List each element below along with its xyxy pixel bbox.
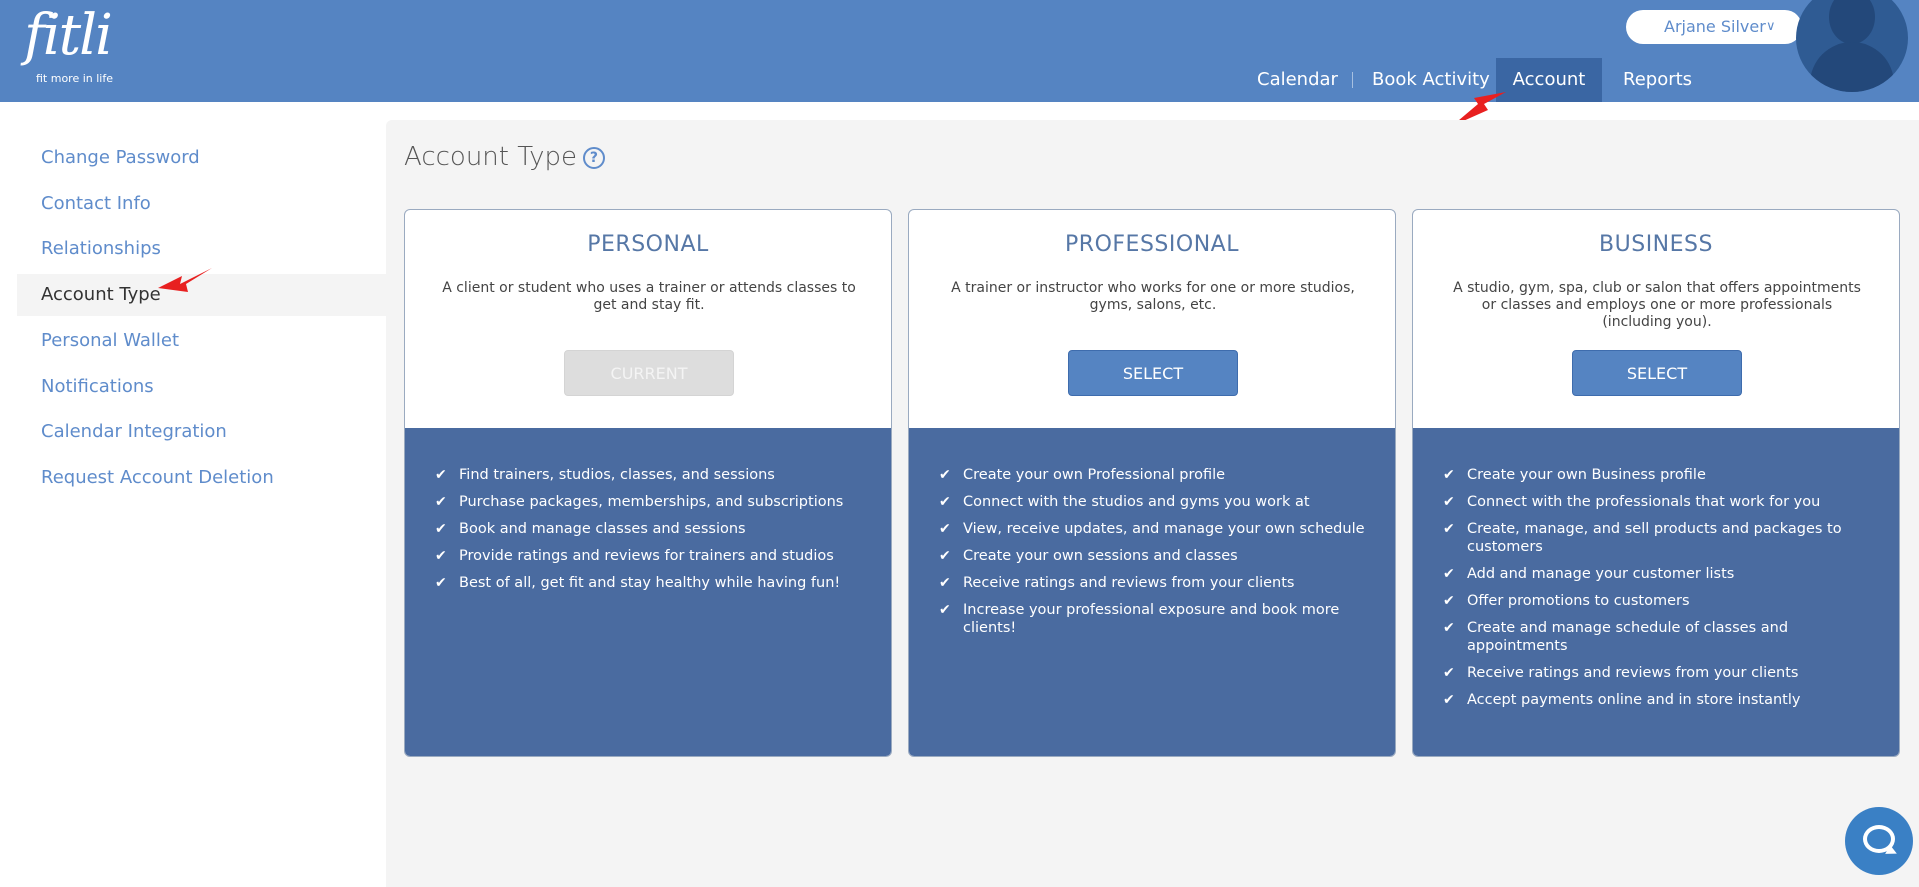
current-button[interactable]: CURRENT bbox=[564, 350, 734, 396]
user-menu[interactable]: Arjane Silver ∨ bbox=[1626, 10, 1802, 44]
feature-item: ✔ Find trainers, studios, classes, and se… bbox=[435, 467, 775, 483]
feature-item: ✔ Offer promotions to customers bbox=[1443, 593, 1690, 609]
feature-item: ✔ Connect with the studios and gyms you w… bbox=[939, 494, 1310, 510]
feature-item: ✔ Create and manage schedule of classes a… bbox=[1443, 620, 1789, 654]
sidebar-item-personal-wallet[interactable]: Personal Wallet bbox=[17, 320, 386, 362]
main-content: Account Type? PERSONAL A client or stude… bbox=[386, 120, 1919, 887]
feature-item: ✔ Receive ratings and reviews from your c… bbox=[939, 575, 1295, 591]
top-header: fitli fit more in life Calendar Book Act… bbox=[0, 0, 1919, 102]
nav-separator bbox=[1352, 72, 1353, 88]
feature-item: ✔ Create, manage, and sell products and p… bbox=[1443, 521, 1842, 555]
card-title: BUSINESS bbox=[1599, 232, 1713, 257]
check-icon: ✔ bbox=[1443, 665, 1455, 681]
check-icon: ✔ bbox=[1443, 620, 1455, 636]
check-icon: ✔ bbox=[435, 548, 447, 564]
card-description: A client or student who uses a trainer o… bbox=[442, 280, 856, 313]
card-description: A trainer or instructor who works for on… bbox=[951, 280, 1355, 313]
feature-list: ✔ Create your own Professional profile ✔ C… bbox=[909, 428, 1395, 756]
feature-item: ✔ Book and manage classes and sessions bbox=[435, 521, 746, 537]
select-professional-button[interactable]: SELECT bbox=[1068, 350, 1238, 396]
card-title: PROFESSIONAL bbox=[1065, 232, 1239, 257]
main-nav: Calendar Book Activity Account Reports bbox=[0, 58, 1919, 102]
account-card-personal: PERSONAL A client or student who uses a … bbox=[404, 209, 892, 757]
page-title: Account Type? bbox=[404, 142, 605, 172]
check-icon: ✔ bbox=[1443, 521, 1455, 537]
check-icon: ✔ bbox=[939, 602, 951, 618]
check-icon: ✔ bbox=[939, 575, 951, 591]
feature-item: ✔ Accept payments online and in store ins… bbox=[1443, 692, 1801, 708]
user-name: Arjane Silver bbox=[1664, 17, 1766, 36]
sidebar-item-notifications[interactable]: Notifications bbox=[17, 366, 386, 408]
check-icon: ✔ bbox=[939, 548, 951, 564]
feature-item: ✔ Provide ratings and reviews for trainer… bbox=[435, 548, 834, 564]
check-icon: ✔ bbox=[435, 521, 447, 537]
avatar-head-shape bbox=[1829, 0, 1875, 44]
feature-list: ✔ Create your own Business profile ✔ Conne… bbox=[1413, 428, 1899, 756]
feature-item: ✔ View, receive updates, and manage your … bbox=[939, 521, 1365, 537]
check-icon: ✔ bbox=[939, 494, 951, 510]
feature-item: ✔ Increase your professional exposure and… bbox=[939, 602, 1340, 636]
nav-account[interactable]: Account bbox=[1496, 58, 1602, 102]
avatar[interactable] bbox=[1796, 0, 1908, 92]
feature-item: ✔ Create your own Professional profile bbox=[939, 467, 1226, 483]
feature-item: ✔ Create your own Business profile bbox=[1443, 467, 1706, 483]
check-icon: ✔ bbox=[435, 494, 447, 510]
feature-list: ✔ Find trainers, studios, classes, and se… bbox=[405, 428, 891, 756]
annotation-arrow-icon bbox=[158, 268, 212, 292]
sidebar-item-calendar-integration[interactable]: Calendar Integration bbox=[17, 411, 386, 453]
chevron-down-icon: ∨ bbox=[1766, 19, 1776, 34]
feature-item: ✔ Add and manage your customer lists bbox=[1443, 566, 1735, 582]
page-title-text: Account Type bbox=[404, 142, 577, 172]
select-business-button[interactable]: SELECT bbox=[1572, 350, 1742, 396]
nav-reports[interactable]: Reports bbox=[1623, 58, 1693, 102]
check-icon: ✔ bbox=[939, 521, 951, 537]
card-description: A studio, gym, spa, club or salon that o… bbox=[1453, 280, 1861, 330]
chat-button[interactable] bbox=[1845, 807, 1913, 875]
feature-item: ✔ Purchase packages, memberships, and sub… bbox=[435, 494, 844, 510]
avatar-body-shape bbox=[1810, 42, 1894, 92]
sidebar-item-request-account-deletion[interactable]: Request Account Deletion bbox=[17, 457, 386, 499]
logo-wordmark: fitli bbox=[24, 3, 113, 68]
check-icon: ✔ bbox=[939, 467, 951, 483]
sidebar-item-change-password[interactable]: Change Password bbox=[17, 137, 386, 179]
feature-item: ✔ Best of all, get fit and stay healthy w… bbox=[435, 575, 841, 591]
nav-calendar[interactable]: Calendar bbox=[1257, 58, 1338, 102]
account-card-professional: PROFESSIONAL A trainer or instructor who… bbox=[908, 209, 1396, 757]
sidebar-item-contact-info[interactable]: Contact Info bbox=[17, 183, 386, 225]
check-icon: ✔ bbox=[1443, 593, 1455, 609]
check-icon: ✔ bbox=[435, 575, 447, 591]
check-icon: ✔ bbox=[1443, 566, 1455, 582]
check-icon: ✔ bbox=[1443, 467, 1455, 483]
feature-item: ✔ Receive ratings and reviews from your c… bbox=[1443, 665, 1799, 681]
card-title: PERSONAL bbox=[587, 232, 709, 257]
feature-item: ✔ Create your own sessions and classes bbox=[939, 548, 1238, 564]
help-icon[interactable]: ? bbox=[582, 147, 605, 169]
account-sidebar: Change Password Contact Info Relationshi… bbox=[0, 102, 386, 887]
check-icon: ✔ bbox=[1443, 494, 1455, 510]
check-icon: ✔ bbox=[435, 467, 447, 483]
account-card-business: BUSINESS A studio, gym, spa, club or sal… bbox=[1412, 209, 1900, 757]
feature-item: ✔ Connect with the professionals that wor… bbox=[1443, 494, 1821, 510]
check-icon: ✔ bbox=[1443, 692, 1455, 708]
